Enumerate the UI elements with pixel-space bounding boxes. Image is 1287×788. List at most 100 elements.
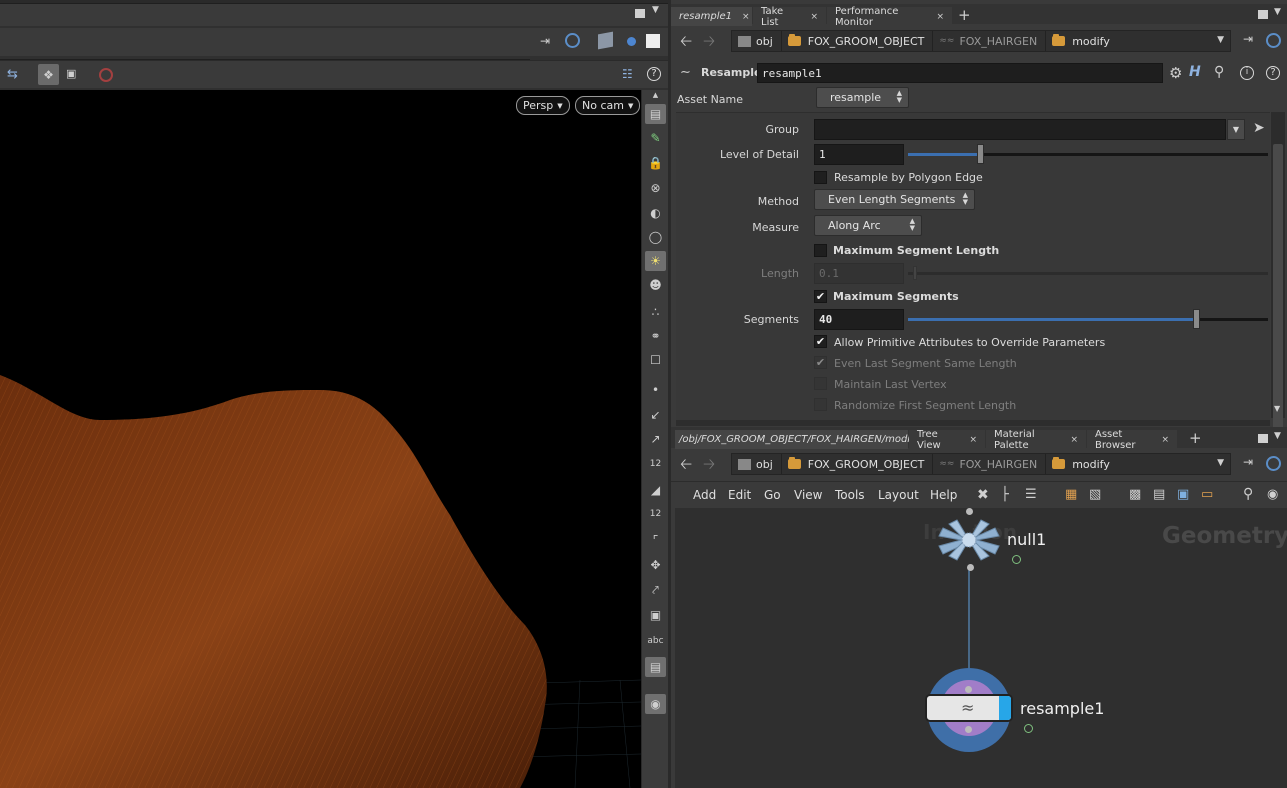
forward-arrow-icon[interactable]: 🡢: [703, 31, 715, 56]
eye-icon[interactable]: ◉: [1267, 487, 1278, 502]
asset-name-dropdown[interactable]: resample ▲ ▼: [816, 87, 909, 108]
tree-icon[interactable]: ├: [1001, 487, 1009, 502]
pin-icon[interactable]: ⇥: [1243, 455, 1253, 469]
transform-icon[interactable]: ⇆: [7, 67, 18, 82]
method-dropdown[interactable]: Even Length Segments ▲ ▼: [814, 189, 975, 210]
link-circle-icon[interactable]: [1266, 33, 1281, 48]
node-resample1[interactable]: ≈: [925, 666, 1013, 754]
info-icon[interactable]: i: [1240, 66, 1254, 80]
even-last-segment-checkbox[interactable]: ✔: [814, 356, 827, 369]
pane-maximize-icon[interactable]: [1258, 10, 1268, 19]
paint-icon[interactable]: ↗: [645, 429, 666, 449]
window-icon[interactable]: ▩: [1129, 487, 1141, 502]
back-arrow-icon[interactable]: 🡠: [680, 31, 692, 56]
param-scrollbar[interactable]: ▼: [1271, 112, 1285, 432]
pane-menu-chevron-icon[interactable]: ▼: [1274, 431, 1281, 441]
add-tab-icon[interactable]: +: [958, 6, 971, 24]
group-dropdown-button[interactable]: ▼: [1227, 119, 1245, 140]
box-icon[interactable]: ▭: [1201, 487, 1213, 502]
link-circle-icon[interactable]: [1266, 456, 1281, 471]
brush-icon[interactable]: ↙: [645, 405, 666, 425]
segments-slider[interactable]: [908, 309, 1268, 329]
pane-maximize-icon[interactable]: [1258, 434, 1268, 443]
location-pin-icon[interactable]: ◉: [645, 694, 666, 714]
fill-icon[interactable]: ◢: [645, 480, 666, 500]
help-h-icon[interactable]: H: [1189, 64, 1201, 80]
ghost-icon[interactable]: ⊗: [645, 178, 666, 198]
pin-icon[interactable]: ⇥: [1243, 32, 1253, 46]
persp-camera-menu[interactable]: Persp ▼: [516, 96, 570, 115]
disabled-record-icon[interactable]: [99, 68, 113, 82]
group-field[interactable]: [814, 119, 1226, 140]
select-mode-icon[interactable]: ❖: [38, 64, 59, 85]
abc-icon[interactable]: abc: [645, 631, 666, 651]
lod-slider-handle[interactable]: [977, 144, 984, 164]
tab-material-palette[interactable]: Material Palette ×: [986, 429, 1086, 451]
gear-icon[interactable]: ⚙: [1169, 64, 1182, 82]
help-icon[interactable]: ?: [1266, 66, 1280, 80]
menu-go[interactable]: Go: [764, 488, 781, 502]
menu-help[interactable]: Help: [930, 488, 957, 502]
close-icon[interactable]: ×: [1161, 435, 1169, 445]
stop-icon[interactable]: ▣: [645, 605, 666, 625]
back-arrow-icon[interactable]: 🡠: [680, 454, 692, 479]
dropdown-arrow-icon[interactable]: ▼: [1217, 35, 1224, 45]
crumb-modify[interactable]: modify: [1046, 31, 1118, 51]
help-icon[interactable]: ?: [647, 67, 661, 81]
network-editor[interactable]: In tion Geometry null1 ≈ resample1: [675, 508, 1287, 788]
node-input-dot[interactable]: [965, 686, 972, 693]
node-output-dot[interactable]: [967, 564, 974, 571]
menu-view[interactable]: View: [794, 488, 822, 502]
note-icon[interactable]: ▤: [1153, 487, 1165, 502]
background-image-icon[interactable]: ▤: [645, 657, 666, 677]
pane-menu-chevron-icon[interactable]: ▼: [652, 5, 659, 15]
menu-add[interactable]: Add: [693, 488, 716, 502]
number-tool-2-icon[interactable]: 12: [645, 504, 666, 524]
sketch-tool-icon[interactable]: ✎: [645, 128, 666, 148]
crumb-fox-hairgen[interactable]: ≈≈ FOX_HAIRGEN: [933, 31, 1047, 51]
display-icon[interactable]: ▣: [66, 67, 76, 80]
handle-icon[interactable]: ⤤: [645, 580, 666, 600]
randomize-first-checkbox[interactable]: [814, 398, 827, 411]
menu-edit[interactable]: Edit: [728, 488, 751, 502]
lock-icon[interactable]: 🔒: [645, 153, 666, 173]
white-square-icon[interactable]: [646, 34, 660, 48]
node-output-dot[interactable]: [965, 726, 972, 733]
side-up-arrow-icon[interactable]: ▲: [645, 90, 666, 100]
link-circle-icon[interactable]: [565, 33, 580, 48]
param-scrollbar-thumb[interactable]: [1273, 144, 1283, 432]
search-icon[interactable]: ⚲: [1243, 486, 1253, 502]
view-tool-icon[interactable]: ▤: [645, 104, 666, 124]
number-tool-icon[interactable]: 12: [645, 454, 666, 474]
menu-layout[interactable]: Layout: [878, 488, 919, 502]
segments-slider-handle[interactable]: [1193, 309, 1200, 329]
crumb-fox-groom-object[interactable]: FOX_GROOM_OBJECT: [782, 454, 934, 474]
search-icon[interactable]: ⚲: [1214, 64, 1224, 80]
max-seg-length-checkbox[interactable]: [814, 244, 827, 257]
tab-resample1[interactable]: resample1 ×: [671, 7, 752, 26]
tab-take-list[interactable]: Take List ×: [753, 6, 826, 28]
select-arrow-icon[interactable]: ➤: [1253, 120, 1265, 136]
crumb-obj[interactable]: obj: [732, 454, 782, 474]
image-icon[interactable]: ▣: [1177, 487, 1189, 502]
table-icon[interactable]: ▧: [1089, 487, 1101, 502]
close-icon[interactable]: ×: [810, 12, 818, 22]
length-field[interactable]: 0.1: [814, 263, 904, 284]
allow-prim-attrs-checkbox[interactable]: ✔: [814, 335, 827, 348]
resample-node-body[interactable]: ≈: [925, 694, 1013, 722]
close-icon[interactable]: ×: [969, 435, 977, 445]
tab-performance-monitor[interactable]: Performance Monitor ×: [827, 6, 952, 28]
node-input-dot[interactable]: [966, 508, 973, 515]
tab-tree-view[interactable]: Tree View ×: [909, 429, 985, 451]
camera-tool-icon[interactable]: ☐: [645, 350, 666, 370]
close-icon[interactable]: ×: [1070, 435, 1078, 445]
light-active-icon[interactable]: ☀: [645, 251, 666, 271]
close-icon[interactable]: ×: [936, 12, 944, 22]
points-icon[interactable]: ∴: [645, 302, 666, 322]
layout-icon[interactable]: ☷: [622, 67, 633, 81]
max-segments-checkbox[interactable]: ✔: [814, 290, 827, 303]
pane-menu-chevron-icon[interactable]: ▼: [1274, 7, 1281, 17]
tab-network-path[interactable]: /obj/FOX_GROOM_OBJECT/FOX_HAIRGEN/modify…: [675, 430, 932, 449]
shading-sphere-icon[interactable]: ◐: [645, 203, 666, 223]
sphere-icon[interactable]: [627, 37, 636, 46]
